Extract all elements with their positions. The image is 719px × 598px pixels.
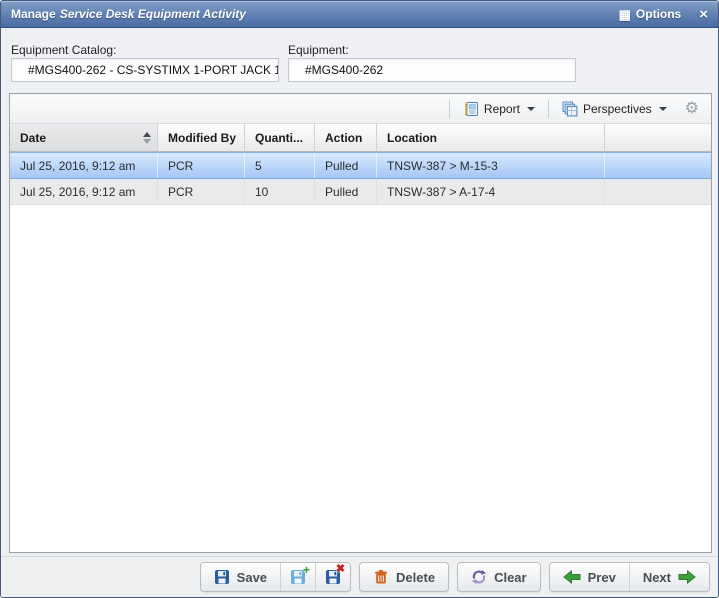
report-button[interactable]: Report [457,98,541,120]
table-row[interactable]: Jul 25, 2016, 9:12 amPCR5PulledTNSW-387 … [10,152,711,179]
equipment-catalog-field[interactable]: #MGS400-262 - CS-SYSTIMX 1-PORT JACK 110… [11,58,279,82]
column-header-label: Quanti... [255,131,303,145]
save-and-new-button[interactable]: + [280,563,315,591]
prev-button[interactable]: Prev [550,563,629,591]
grid-body: Jul 25, 2016, 9:12 amPCR5PulledTNSW-387 … [10,152,711,552]
prev-label: Prev [588,570,616,585]
refresh-icon [471,569,487,585]
cell-quantity: 10 [245,179,315,204]
plus-badge-icon: + [303,564,310,576]
x-badge-icon: ✖ [336,564,345,575]
cell-location: TNSW-387 > A-17-4 [377,179,605,204]
options-grid-icon: ▦ [619,8,631,21]
column-header-label: Modified By [168,131,236,145]
close-icon[interactable]: × [699,7,708,22]
titlebar-actions: ▦ Options × [619,7,708,22]
report-label: Report [484,102,520,116]
cell-spacer [605,179,711,204]
footer-toolbar: Save + [1,556,718,597]
grid-header: Date Modified By Quanti... Action Location [10,124,711,152]
chevron-down-icon [527,107,535,111]
perspectives-button[interactable]: Perspectives [556,98,673,120]
column-header-label: Date [20,131,46,145]
column-header-label: Location [387,131,437,145]
cell-modified_by: PCR [158,153,245,178]
equipment-catalog-label: Equipment Catalog: [11,43,116,57]
trash-icon [373,569,389,585]
save-icon [214,569,230,585]
column-header-label: Action [325,131,362,145]
options-label: Options [636,7,681,21]
save-x-icon: ✖ [325,569,341,585]
clear-label: Clear [494,570,527,585]
grid-toolbar: Report Perspectives ⚙ [10,94,711,124]
delete-label: Delete [396,570,435,585]
next-label: Next [643,570,671,585]
next-button[interactable]: Next [629,563,709,591]
column-header-location[interactable]: Location [377,124,605,151]
cell-date: Jul 25, 2016, 9:12 am [10,153,158,178]
perspectives-icon [562,101,578,117]
column-header-action[interactable]: Action [315,124,377,151]
gear-icon[interactable]: ⚙ [685,101,699,117]
equipment-label: Equipment: [288,43,349,57]
title-emphasis: Service Desk Equipment Activity [60,7,246,21]
equipment-field[interactable]: #MGS400-262 [288,58,576,82]
activity-grid-panel: Report Perspectives ⚙ DateModified ByQ [9,93,712,553]
save-button[interactable]: Save [201,563,280,591]
page-title: Manage Service Desk Equipment Activity [11,7,246,21]
perspectives-label: Perspectives [583,102,652,116]
column-header-spacer [605,124,711,151]
toolbar-separator [548,100,549,118]
cell-action: Pulled [315,153,377,178]
cell-action: Pulled [315,179,377,204]
cell-date: Jul 25, 2016, 9:12 am [10,179,158,204]
prev-next-group: Prev Next [549,562,710,592]
manage-window: Manage Service Desk Equipment Activity ▦ … [0,0,719,598]
report-icon [463,101,479,117]
table-row[interactable]: Jul 25, 2016, 9:12 amPCR10PulledTNSW-387… [10,179,711,205]
save-label: Save [237,570,267,585]
delete-button[interactable]: Delete [359,562,449,592]
toolbar-separator [449,100,450,118]
title-prefix: Manage [11,7,56,21]
save-and-close-button[interactable]: ✖ [315,563,350,591]
save-plus-icon: + [290,569,306,585]
column-header-modified-by[interactable]: Modified By [158,124,245,151]
arrow-right-icon [678,570,696,584]
arrow-left-icon [563,570,581,584]
sort-icon [143,132,151,144]
options-button[interactable]: ▦ Options [619,7,682,21]
clear-button[interactable]: Clear [457,562,541,592]
cell-spacer [605,153,711,178]
cell-quantity: 5 [245,153,315,178]
cell-location: TNSW-387 > M-15-3 [377,153,605,178]
save-button-group: Save + [200,562,351,592]
titlebar: Manage Service Desk Equipment Activity ▦ … [1,1,718,28]
column-header-quanti[interactable]: Quanti... [245,124,315,151]
column-header-date[interactable]: Date [10,124,158,151]
cell-modified_by: PCR [158,179,245,204]
chevron-down-icon [659,107,667,111]
